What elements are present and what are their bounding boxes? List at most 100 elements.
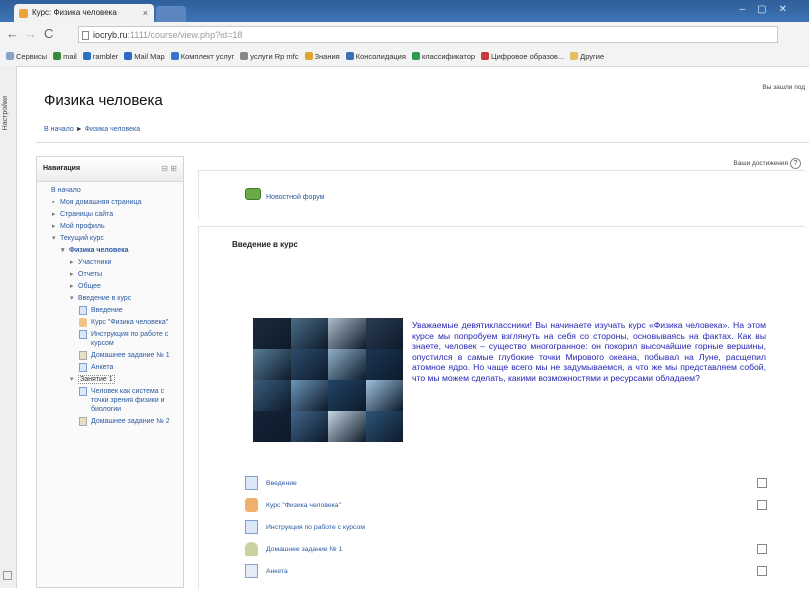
url-input[interactable]: iocryb.ru:1111/course/view.php?id=18 bbox=[78, 26, 778, 43]
activity-list: Введение Курс "Физика человека" Инструкция… bbox=[245, 474, 775, 584]
collage-tile bbox=[290, 318, 328, 349]
nav-item[interactable]: ▾ Введение в курс bbox=[70, 294, 183, 303]
achievements-label: Ваши достижения bbox=[733, 160, 788, 167]
tree-toggle-icon[interactable]: ▸ bbox=[70, 258, 74, 267]
bookmark-item[interactable]: Знания bbox=[304, 48, 340, 66]
bookmark-icon bbox=[6, 52, 14, 60]
bookmark-item[interactable]: mail bbox=[53, 48, 77, 66]
bookmark-item[interactable]: услуги Rp mfc bbox=[240, 48, 299, 66]
bookmark-label: Консолидация bbox=[355, 52, 406, 61]
divider bbox=[36, 142, 809, 143]
settings-dock-label[interactable]: Настройки bbox=[2, 96, 9, 130]
tree-toggle-icon[interactable]: ▸ bbox=[70, 270, 74, 279]
bookmark-item[interactable]: классификатор bbox=[411, 48, 476, 66]
address-bar: ← → C iocryb.ru:1111/course/view.php?id=… bbox=[0, 22, 809, 49]
tree-toggle-icon[interactable]: ▾ bbox=[61, 246, 65, 255]
bookmark-icon bbox=[481, 52, 490, 60]
bookmark-item[interactable]: Цифровое образов... bbox=[481, 48, 564, 66]
collage-tile bbox=[365, 380, 403, 411]
nav-item[interactable]: В начало bbox=[51, 186, 183, 195]
tree-toggle-icon[interactable]: ▾ bbox=[52, 234, 56, 243]
nav-item[interactable]: Введение bbox=[79, 306, 183, 315]
nav-item-label: Занятие 1 bbox=[78, 375, 115, 384]
tree-toggle-icon[interactable]: ▸ bbox=[52, 210, 56, 219]
nav-item-label: Анкета bbox=[91, 364, 114, 371]
bookmark-item[interactable]: rambler bbox=[82, 48, 118, 66]
nav-item[interactable]: Курс "Физика человека" bbox=[79, 318, 183, 327]
completion-checkbox[interactable] bbox=[757, 500, 767, 510]
nav-item[interactable]: ▾ Текущий курс bbox=[52, 234, 183, 243]
bookmark-item[interactable]: Сервисы bbox=[6, 48, 47, 66]
help-icon[interactable]: ? bbox=[790, 158, 801, 169]
nav-item-label: Страницы сайта bbox=[60, 211, 114, 218]
completion-checkbox[interactable] bbox=[757, 478, 767, 488]
resource-icon bbox=[79, 318, 87, 327]
new-tab-button[interactable] bbox=[156, 6, 186, 22]
tree-toggle-icon[interactable]: ▸ bbox=[52, 222, 56, 231]
forward-arrow-icon[interactable]: → bbox=[24, 27, 37, 41]
nav-item[interactable]: ▸ Мой профиль bbox=[52, 222, 183, 231]
bookmark-item[interactable]: Mail Map bbox=[124, 48, 165, 66]
tab-title: Курс: Физика человека bbox=[32, 8, 117, 17]
breadcrumb-course[interactable]: Физика человека bbox=[85, 126, 140, 133]
breadcrumb-home[interactable]: В начало bbox=[44, 126, 74, 133]
nav-item[interactable]: ▾ Физика человека bbox=[61, 246, 183, 255]
breadcrumb: В начало ► Физика человека bbox=[44, 126, 140, 133]
nav-item[interactable]: ▸ Общее bbox=[70, 282, 183, 291]
activity-link[interactable]: Домашнее задание № 1 bbox=[266, 546, 342, 553]
collage-tile bbox=[253, 349, 291, 380]
bookmark-label: услуги Rp mfc bbox=[250, 52, 299, 61]
nav-item-label: Домашнее задание № 2 bbox=[91, 418, 170, 425]
achievements-link[interactable]: Ваши достижения? bbox=[733, 158, 801, 169]
tree-toggle-icon[interactable]: ▪ bbox=[52, 198, 54, 207]
bookmark-item[interactable]: Другие bbox=[570, 48, 604, 66]
collage-tile bbox=[328, 411, 366, 442]
bookmark-icon bbox=[304, 52, 313, 60]
news-forum-link[interactable]: Новостной форум bbox=[266, 194, 325, 201]
close-tab-icon[interactable]: × bbox=[143, 4, 148, 22]
tree-toggle-icon[interactable]: ▾ bbox=[70, 375, 74, 384]
nav-item[interactable]: ▾ Занятие 1 bbox=[70, 375, 183, 384]
bookmark-item[interactable]: Комплект услуг bbox=[170, 48, 235, 66]
nav-item[interactable]: ▸ Участники bbox=[70, 258, 183, 267]
nav-item[interactable]: ▸ Отчеты bbox=[70, 270, 183, 279]
settings-dock: Настройки bbox=[0, 66, 17, 588]
collage-tile bbox=[328, 380, 366, 411]
bookmark-item[interactable]: Консолидация bbox=[345, 48, 406, 66]
bookmark-label: Знания bbox=[314, 52, 340, 61]
browser-tab-bar: Курс: Физика человека × –▢✕ bbox=[0, 0, 809, 22]
nav-item[interactable]: Человек как система с точки зрения физик… bbox=[79, 387, 183, 414]
bookmark-label: Комплект услуг bbox=[180, 52, 235, 61]
navigation-header: Навигация ⊟ ⊞ bbox=[37, 157, 183, 182]
collage-tile bbox=[290, 380, 328, 411]
reload-icon[interactable]: C bbox=[44, 27, 53, 41]
page-icon bbox=[82, 31, 89, 40]
activity-link[interactable]: Анкета bbox=[266, 568, 288, 575]
nav-item-label: Отчеты bbox=[78, 271, 103, 278]
activity-link[interactable]: Введение bbox=[266, 480, 297, 487]
page-icon bbox=[245, 520, 258, 534]
nav-item-label: В начало bbox=[51, 187, 81, 194]
nav-item[interactable]: Инструкция по работе с курсом bbox=[79, 330, 183, 348]
dock-toggle-icon[interactable] bbox=[3, 571, 12, 580]
tree-toggle-icon[interactable]: ▾ bbox=[70, 294, 74, 303]
nav-item[interactable]: Домашнее задание № 2 bbox=[79, 417, 183, 426]
nav-item[interactable]: ▸ Страницы сайта bbox=[52, 210, 183, 219]
nav-item[interactable]: Анкета bbox=[79, 363, 183, 372]
completion-checkbox[interactable] bbox=[757, 544, 767, 554]
assignment-icon bbox=[79, 351, 87, 360]
activity-link[interactable]: Инструкция по работе с курсом bbox=[266, 524, 365, 531]
tree-toggle-icon[interactable]: ▸ bbox=[70, 282, 74, 291]
window-controls[interactable]: –▢✕ bbox=[740, 4, 799, 15]
breadcrumb-separator: ► bbox=[75, 126, 83, 133]
nav-item[interactable]: Домашнее задание № 1 bbox=[79, 351, 183, 360]
block-controls-icon[interactable]: ⊟ ⊞ bbox=[161, 164, 177, 173]
browser-tab[interactable]: Курс: Физика человека × bbox=[14, 4, 154, 22]
activity-link[interactable]: Курс "Физика человека" bbox=[266, 502, 341, 509]
bookmark-label: Другие bbox=[580, 52, 605, 61]
nav-item-label: Человек как система с точки зрения физик… bbox=[91, 388, 165, 413]
completion-checkbox[interactable] bbox=[757, 566, 767, 576]
back-arrow-icon[interactable]: ← bbox=[6, 27, 19, 41]
bookmark-label: классификатор bbox=[421, 52, 476, 61]
nav-item[interactable]: ▪ Моя домашняя страница bbox=[52, 198, 183, 207]
